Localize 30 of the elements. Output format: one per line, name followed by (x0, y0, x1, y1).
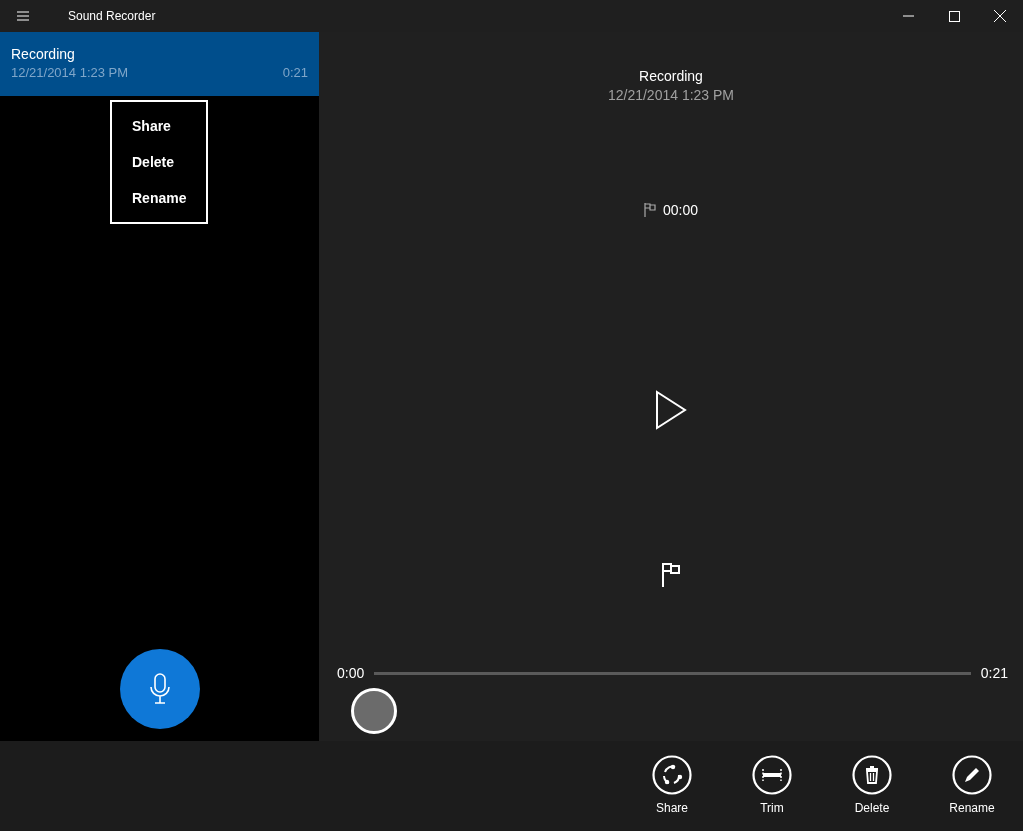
delete-icon (852, 755, 892, 795)
window-title: Sound Recorder (68, 9, 156, 23)
close-icon (994, 10, 1006, 22)
add-marker-icon[interactable] (661, 563, 681, 587)
microphone-icon (148, 673, 171, 705)
share-button[interactable]: Share (642, 755, 702, 831)
delete-button[interactable]: Delete (842, 755, 902, 831)
menu-item[interactable]: Delete (112, 144, 206, 180)
play-button[interactable] (655, 390, 687, 433)
marker-time: 00:00 (662, 202, 698, 218)
menu-item[interactable]: Share (112, 108, 206, 144)
recording-date: 12/21/2014 1:23 PM (11, 65, 129, 80)
recording-item[interactable]: Recording 12/21/2014 1:23 PM 0:21 (0, 32, 319, 96)
maximize-icon (948, 10, 960, 22)
flag-icon (643, 203, 657, 217)
share-icon (652, 755, 692, 795)
menu-item[interactable]: Rename (112, 180, 206, 216)
minimize-icon (902, 15, 914, 17)
trim-icon (752, 755, 792, 795)
recording-date: 12/21/2014 1:23 PM (607, 87, 735, 103)
end-time: 0:21 (980, 665, 1008, 681)
rename-icon (952, 755, 992, 795)
trim-button[interactable]: Trim (742, 755, 802, 831)
play-icon (655, 390, 687, 430)
rename-button[interactable]: Rename (942, 755, 1002, 831)
recording-duration: 0:21 (282, 65, 308, 80)
menu-icon (17, 11, 29, 21)
recording-name: Recording (11, 46, 76, 62)
start-time: 0:00 (337, 665, 365, 681)
recording-title: Recording (639, 68, 703, 84)
